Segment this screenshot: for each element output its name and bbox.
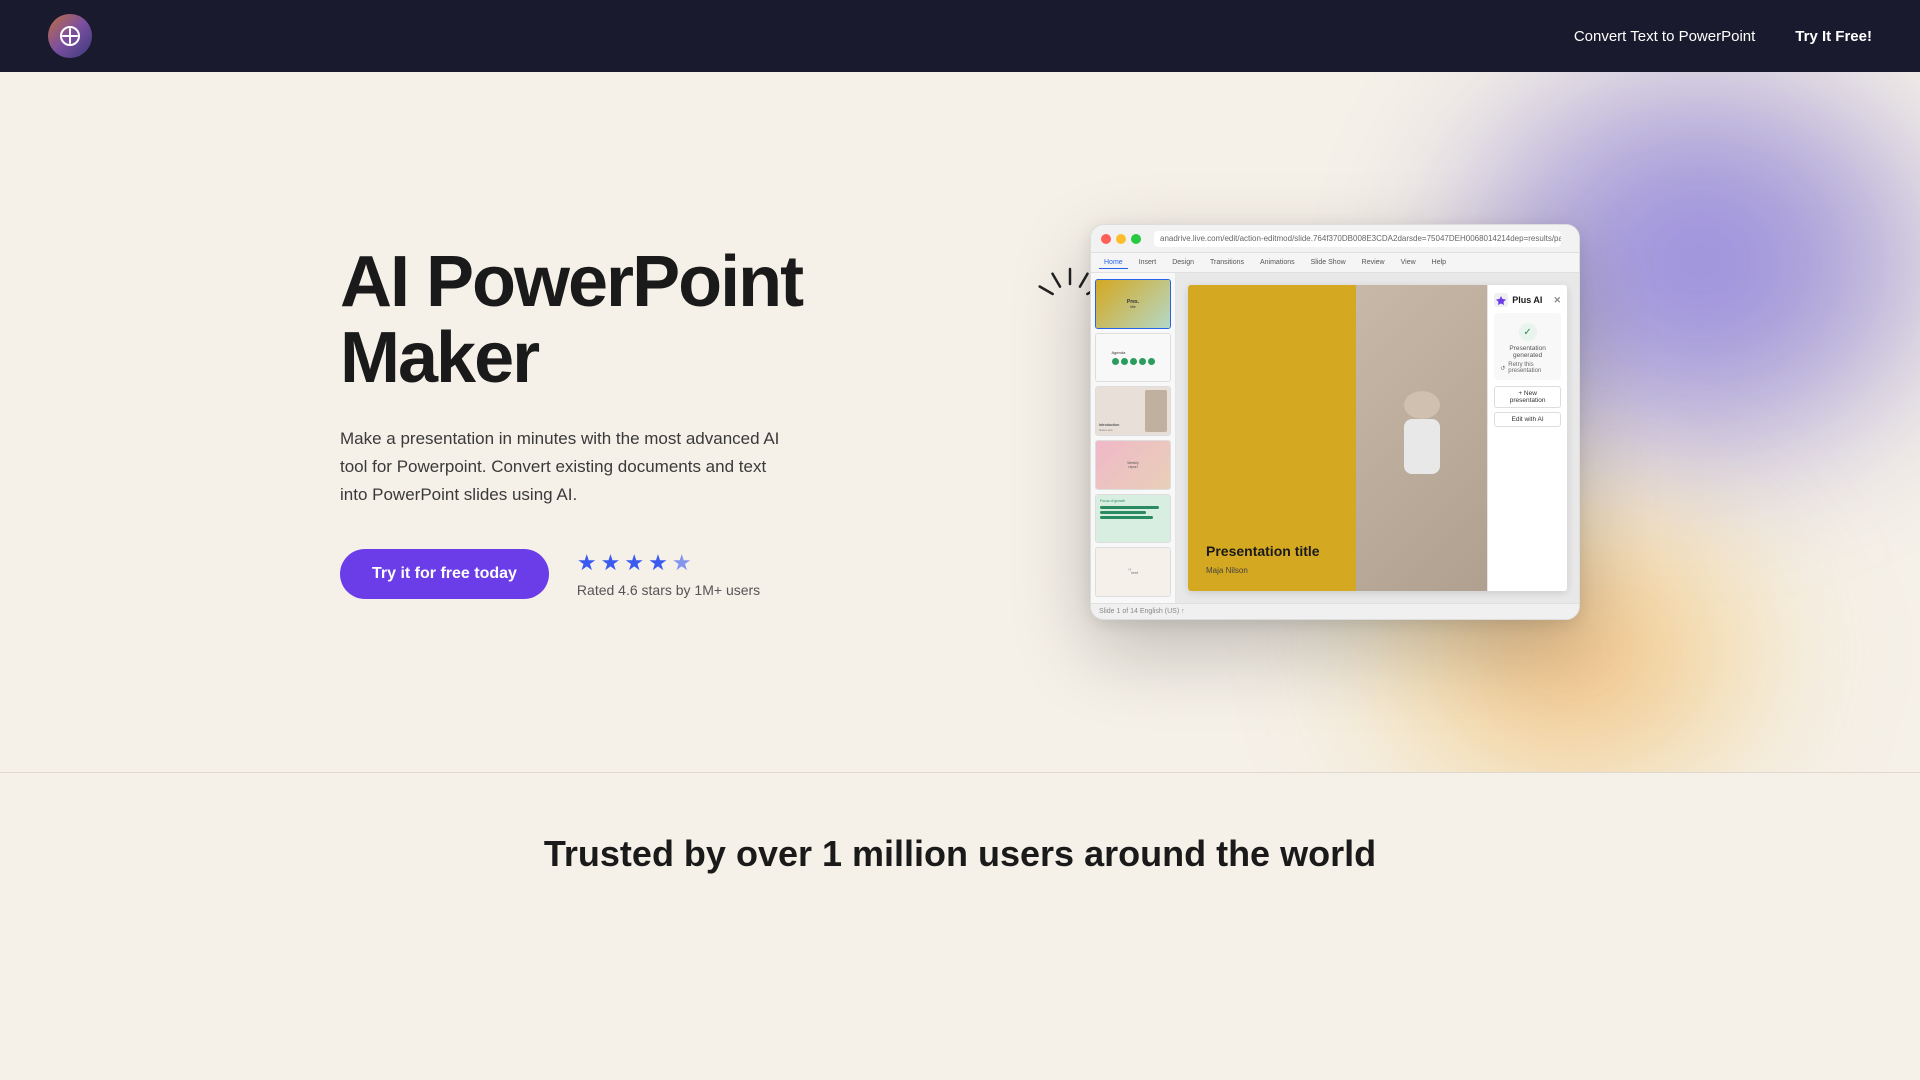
star-2: ★ [601,550,621,576]
star-4: ★ [648,550,668,576]
star-rating: ★ ★ ★ ★ ★ [577,550,760,576]
toolbar-tab-slideshow[interactable]: Slide Show [1306,257,1351,268]
nav-try-free-link[interactable]: Try It Free! [1795,28,1872,45]
retry-icon: ↺ [1500,365,1505,372]
ai-retry-button[interactable]: ↺ Retry this presentation [1500,362,1555,374]
hero-right: anadrive.live.com/edit/action-editmod/sl… [1090,224,1580,620]
ai-close-button[interactable]: ✕ [1553,295,1561,306]
toolbar-tab-animations[interactable]: Animations [1255,257,1300,268]
browser-dot-yellow [1116,234,1126,244]
hero-actions: Try it for free today ★ ★ ★ ★ ★ Rated 4.… [340,549,802,599]
slide-thumb-5[interactable]: Focus of growth [1095,494,1171,544]
browser-bar: anadrive.live.com/edit/action-editmod/sl… [1091,225,1579,253]
ai-edit-button[interactable]: Edit with AI [1494,412,1561,427]
hero-title: AI PowerPoint Maker [340,245,802,396]
ppt-body: Pres. title Agenda [1091,273,1579,603]
ai-generated-text: Presentation generated [1500,345,1555,359]
slide-thumb-3[interactable]: Introduction Some text [1095,386,1171,436]
main-slide: Presentation title Maja Nilson [1188,285,1567,591]
browser-dot-green [1131,234,1141,244]
hero-section: AI PowerPoint Maker Make a presentation … [0,72,1920,772]
star-half: ★ [672,550,692,576]
ppt-toolbar: Home Insert Design Transitions Animation… [1091,253,1579,273]
rating-block: ★ ★ ★ ★ ★ Rated 4.6 stars by 1M+ users [577,550,760,598]
browser-mockup: anadrive.live.com/edit/action-editmod/sl… [1090,224,1580,620]
slide-panel: Pres. title Agenda [1091,273,1176,603]
main-slide-name: Maja Nilson [1206,566,1338,575]
slide-thumb-2[interactable]: Agenda [1095,333,1171,383]
rating-text: Rated 4.6 stars by 1M+ users [577,582,760,598]
ai-new-presentation-button[interactable]: + New presentation [1494,386,1561,408]
nav-convert-link[interactable]: Convert Text to PowerPoint [1574,28,1755,45]
toolbar-tab-review[interactable]: Review [1357,257,1390,268]
slide-thumb-1[interactable]: Pres. title [1095,279,1171,329]
toolbar-tab-home[interactable]: Home [1099,257,1128,269]
ai-card: ✓ Presentation generated ↺ Retry this pr… [1494,313,1561,380]
ai-sidebar-title: Plus AI ✕ [1494,293,1561,307]
browser-dot-red [1101,234,1111,244]
hero-left: AI PowerPoint Maker Make a presentation … [340,245,802,598]
navbar-right: Convert Text to PowerPoint Try It Free! [1574,28,1872,45]
ai-check-icon: ✓ [1519,323,1537,341]
toolbar-tab-help[interactable]: Help [1427,257,1451,268]
browser-frame: anadrive.live.com/edit/action-editmod/sl… [1090,224,1580,620]
main-slide-left: Presentation title Maja Nilson [1188,285,1356,591]
slide-thumb-4[interactable]: Weeklyreport [1095,440,1171,490]
logo-icon[interactable] [48,14,92,58]
person-silhouette [1392,383,1452,493]
navbar-left [48,14,92,58]
statusbar-text: Slide 1 of 14 English (US) ↑ [1099,608,1185,615]
main-slide-area: Presentation title Maja Nilson [1176,273,1579,603]
main-slide-image [1356,285,1487,591]
star-3: ★ [624,550,644,576]
main-slide-right [1356,285,1487,591]
toolbar-tab-transitions[interactable]: Transitions [1205,257,1249,268]
main-slide-title: Presentation title [1206,543,1338,560]
bottom-title: Trusted by over 1 million users around t… [40,833,1880,875]
navbar: Convert Text to PowerPoint Try It Free! [0,0,1920,72]
ai-sidebar: Plus AI ✕ ✓ Presentation generated ↺ [1487,285,1567,591]
ai-icon [1494,293,1508,307]
hero-content: AI PowerPoint Maker Make a presentation … [260,164,1660,680]
hero-subtitle: Make a presentation in minutes with the … [340,425,790,509]
ppt-statusbar: Slide 1 of 14 English (US) ↑ [1091,603,1579,619]
toolbar-tab-design[interactable]: Design [1167,257,1199,268]
toolbar-tab-view[interactable]: View [1396,257,1421,268]
bottom-section: Trusted by over 1 million users around t… [0,773,1920,955]
star-1: ★ [577,550,597,576]
try-free-button[interactable]: Try it for free today [340,549,549,599]
browser-url-bar: anadrive.live.com/edit/action-editmod/sl… [1154,231,1561,247]
slide-thumb-6[interactable]: " text [1095,547,1171,597]
toolbar-tab-insert[interactable]: Insert [1134,257,1162,268]
